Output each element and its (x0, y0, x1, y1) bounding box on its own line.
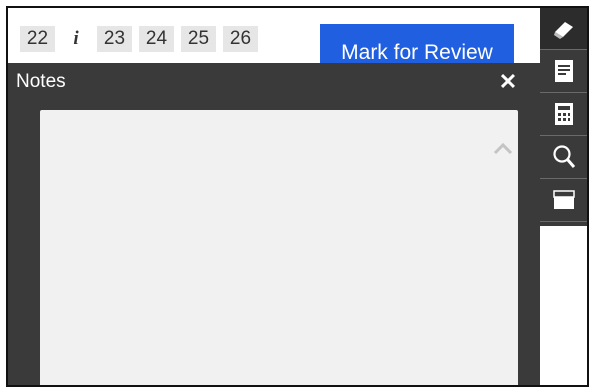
notes-panel: Notes ✕ (8, 63, 540, 385)
question-26-button[interactable]: 26 (223, 26, 258, 52)
magnifier-tool[interactable] (540, 136, 587, 179)
calculator-icon (554, 103, 573, 125)
chevron-up-icon[interactable] (492, 138, 514, 160)
notes-tool[interactable] (540, 50, 587, 93)
calculator-tool[interactable] (540, 93, 587, 136)
notes-icon (554, 60, 573, 82)
eraser-icon (553, 21, 573, 39)
notes-title: Notes (16, 71, 66, 92)
question-25-button[interactable]: 25 (181, 26, 216, 52)
test-window: 22 i 23 24 25 26 Mark for Review Notes ✕ (6, 6, 589, 387)
line-reader-tool[interactable] (540, 179, 587, 222)
question-23-button[interactable]: 23 (97, 26, 132, 52)
notes-text-area[interactable] (40, 110, 518, 385)
question-navigator: 22 i 23 24 25 26 (20, 26, 258, 52)
mark-for-review-button[interactable]: Mark for Review (320, 24, 514, 68)
line-reader-icon (552, 190, 575, 209)
eraser-tool[interactable] (540, 8, 587, 50)
info-icon[interactable]: i (62, 26, 90, 52)
question-24-button[interactable]: 24 (139, 26, 174, 52)
question-22-button[interactable]: 22 (20, 26, 55, 52)
tool-rail (540, 8, 587, 226)
close-icon[interactable]: ✕ (495, 69, 521, 95)
magnifier-icon (552, 145, 575, 168)
